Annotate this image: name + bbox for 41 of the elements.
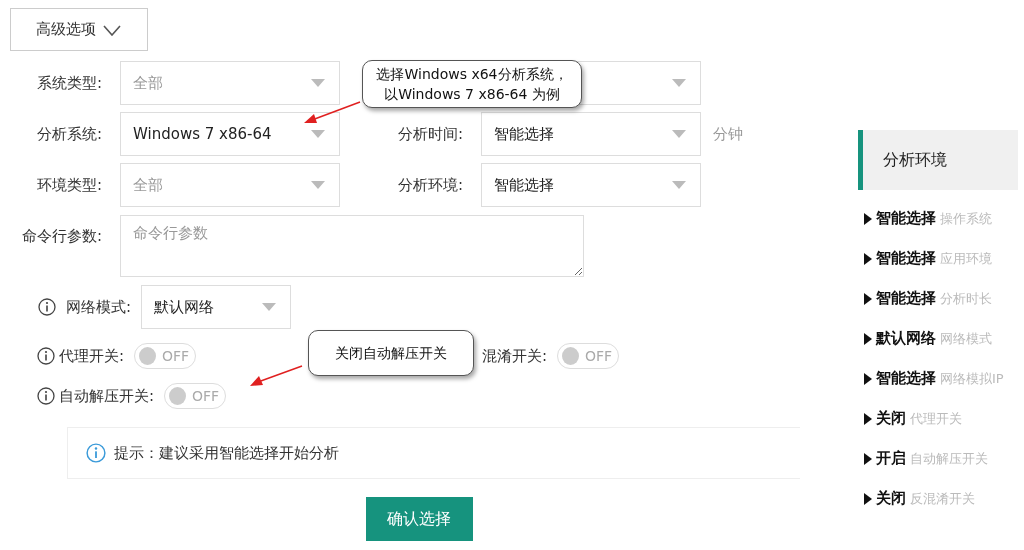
setting-name: 应用环境	[940, 249, 992, 268]
setting-name: 自动解压开关	[910, 449, 988, 468]
setting-name: 网络模拟IP	[940, 369, 1004, 388]
field-label: 系统类型:	[36, 73, 102, 92]
setting-name: 分析时长	[940, 289, 992, 308]
select-field[interactable]: 默认网络	[141, 285, 292, 329]
select-field[interactable]: Windows 7 x86-64	[120, 112, 340, 156]
switch-label: 混淆开关:	[482, 346, 548, 366]
setting-value: 默认网络	[876, 329, 936, 348]
confirm-button[interactable]: 确认选择	[365, 497, 473, 541]
unit-label: 分钟	[713, 124, 743, 144]
switch-label: 代理开关:	[59, 346, 125, 366]
switch-label: 自动解压开关:	[59, 386, 155, 406]
advanced-options-button[interactable]: 高级选项	[10, 8, 148, 51]
setting-name: 代理开关	[910, 409, 962, 428]
field-label: 环境类型:	[36, 175, 102, 194]
field-label: 分析环境:	[397, 175, 463, 194]
field-label: 网络模式:	[66, 297, 132, 317]
setting-value: 关闭	[876, 409, 906, 428]
setting-value: 智能选择	[876, 209, 936, 228]
select-field[interactable]: 全部	[120, 163, 340, 207]
setting-value: 智能选择	[876, 249, 936, 268]
command-line-field[interactable]: 命令行参数	[120, 215, 584, 277]
setting-value: 智能选择	[876, 289, 936, 308]
field-label: 命令行参数:	[21, 227, 102, 245]
field-label: 分析时间:	[397, 124, 463, 143]
select-field[interactable]: 智能选择	[481, 163, 701, 207]
setting-name: 操作系统	[940, 209, 992, 228]
setting-value: 开启	[876, 449, 906, 468]
setting-name: 反混淆开关	[910, 489, 975, 508]
tip-text: 提示：建议采用智能选择开始分析	[114, 443, 339, 463]
callout-text: 以Windows 7 x86-64 为例	[384, 85, 560, 104]
callout-text: 关闭自动解压开关	[335, 344, 447, 363]
select-field[interactable]: 智能选择	[481, 112, 701, 156]
field-label: 分析系统:	[36, 124, 102, 143]
setting-value: 关闭	[876, 489, 906, 508]
select-field[interactable]: 全部	[120, 61, 340, 105]
setting-value: 智能选择	[876, 369, 936, 388]
sidebar-title: 分析环境	[883, 149, 947, 171]
callout-text: 选择Windows x64分析系统，	[376, 65, 568, 84]
setting-name: 网络模式	[940, 329, 992, 348]
